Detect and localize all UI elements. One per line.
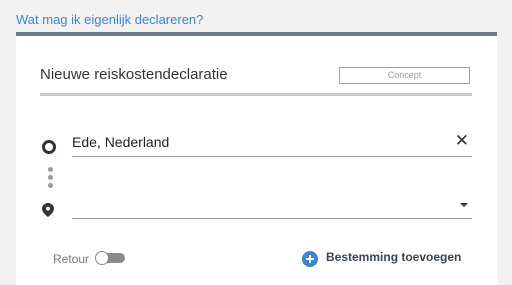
plus-circle-icon	[302, 251, 318, 267]
form-title: Nieuwe reiskostendeclaratie	[40, 66, 228, 83]
status-badge: Concept	[339, 67, 470, 84]
declare-help-link[interactable]: Wat mag ik eigenlijk declareren?	[16, 12, 203, 27]
page: Wat mag ik eigenlijk declareren? Nieuwe …	[0, 0, 512, 285]
circle-origin-icon	[42, 140, 56, 154]
add-destination-label: Bestemming toevoegen	[326, 250, 462, 264]
destination-select[interactable]	[72, 193, 472, 219]
origin-field[interactable]: Ede, Nederland ✕	[72, 131, 472, 157]
travel-expense-card: Nieuwe reiskostendeclaratie Concept Ede,…	[16, 32, 497, 285]
close-icon[interactable]: ✕	[455, 132, 469, 150]
title-divider	[40, 93, 472, 96]
caret-down-icon[interactable]	[460, 203, 468, 207]
toggle-knob	[95, 251, 109, 265]
map-pin-icon	[42, 203, 54, 217]
retour-label: Retour	[53, 252, 90, 266]
route-dot-icon	[48, 183, 53, 188]
route-dot-icon	[48, 167, 53, 172]
retour-toggle[interactable]	[95, 251, 125, 265]
origin-value: Ede, Nederland	[72, 134, 170, 150]
route-dot-icon	[48, 175, 53, 180]
